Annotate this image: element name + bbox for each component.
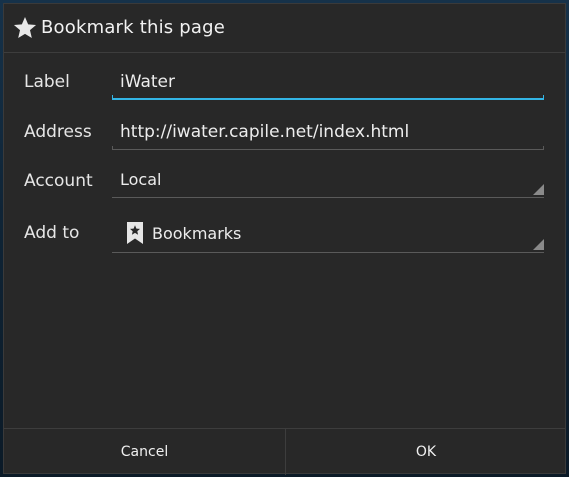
label-input-tick-right	[543, 95, 544, 100]
dialog-title: Bookmark this page	[41, 17, 226, 38]
label-input[interactable]: iWater	[112, 66, 544, 100]
star-icon	[13, 16, 37, 38]
label-input-underline	[112, 98, 544, 100]
cancel-button[interactable]: Cancel	[4, 429, 285, 475]
account-dropdown-arrow-icon	[533, 184, 544, 195]
bookmark-star-icon	[127, 222, 143, 244]
bookmark-dialog: Bookmark this page Label iWater Address …	[3, 3, 566, 475]
account-spinner[interactable]: Local	[112, 164, 544, 198]
add-to-spinner-underline	[112, 252, 544, 253]
address-input[interactable]: http://iwater.capile.net/index.html	[112, 116, 544, 150]
label-input-tick-left	[112, 95, 113, 100]
account-spinner-underline	[112, 197, 544, 198]
address-input-tick-left	[112, 146, 113, 150]
add-to-dropdown-arrow-icon	[533, 239, 544, 250]
dialog-title-bar: Bookmark this page	[4, 4, 565, 52]
label-caption: Label	[24, 72, 70, 92]
ok-button[interactable]: OK	[286, 429, 566, 475]
account-caption: Account	[24, 171, 93, 191]
address-caption: Address	[24, 122, 92, 142]
address-input-tick-right	[543, 146, 544, 150]
title-divider	[4, 52, 565, 53]
add-to-spinner[interactable]: Bookmarks	[112, 218, 544, 253]
address-input-underline	[112, 149, 544, 150]
add-to-spinner-value: Bookmarks	[152, 224, 242, 243]
add-to-caption: Add to	[24, 223, 80, 243]
label-input-value: iWater	[120, 72, 175, 92]
address-input-value: http://iwater.capile.net/index.html	[120, 122, 410, 142]
account-spinner-value: Local	[120, 170, 162, 189]
